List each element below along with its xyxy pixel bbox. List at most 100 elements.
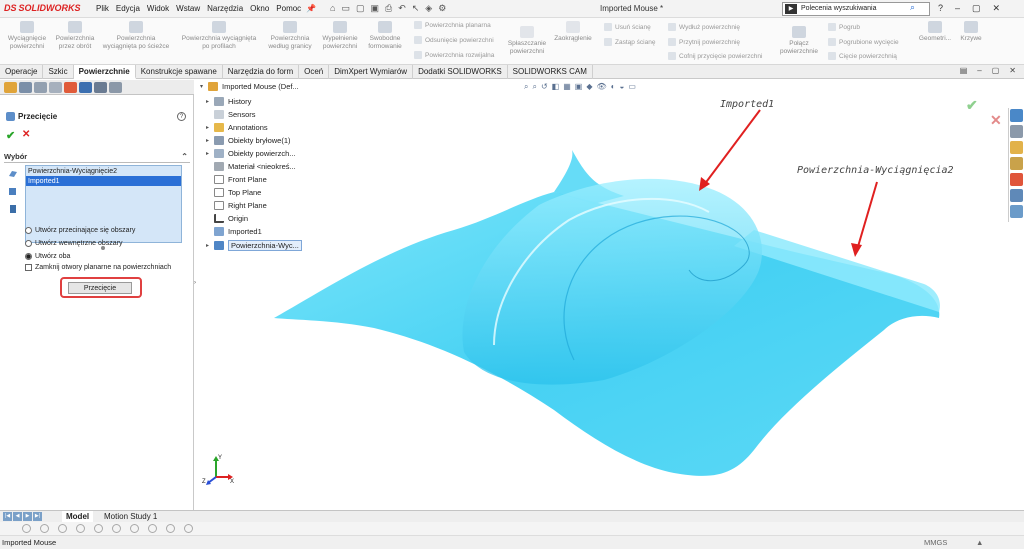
save-icon[interactable]: ▣ [370, 3, 379, 14]
design-library-icon[interactable] [1010, 125, 1023, 138]
graphics-area[interactable] [194, 80, 1008, 510]
collapse-arrow-icon[interactable]: ▾ [200, 83, 208, 90]
tab-mold-tools[interactable]: Narzędzia do form [223, 65, 300, 79]
trim-surface-button[interactable]: Przytnij powierzchnię [668, 38, 740, 46]
reference-geometry-button[interactable]: Geometri... [914, 21, 956, 43]
hide-show-icon[interactable]: 👁 [597, 82, 607, 92]
thickened-cut-button[interactable]: Pogrubione wycięcie [828, 38, 899, 46]
selection-item-extrude[interactable]: Powierzchnia-Wyciągnięcie2 [26, 166, 181, 176]
tree-item-annotations[interactable]: ▸ Annotations [206, 123, 268, 132]
units-selector[interactable]: MMGS [924, 538, 947, 547]
offset-surface-button[interactable]: Odsunięcie powierzchni [414, 36, 494, 44]
expand-arrow-icon[interactable]: ▸ [206, 242, 214, 249]
tab-surfaces[interactable]: Powierzchnie [73, 65, 136, 79]
file-explorer-icon[interactable] [1010, 141, 1023, 154]
zoom-area-icon[interactable]: ⌕ [532, 82, 536, 92]
sketch-mirror-icon[interactable] [184, 524, 193, 533]
tree-item-imported1[interactable]: Imported1 [206, 227, 262, 236]
radio-intersecting[interactable] [25, 227, 32, 234]
menu-insert[interactable]: Wstaw [176, 4, 200, 13]
untrim-surface-button[interactable]: Cofnij przycięcie powierzchni [668, 52, 762, 60]
menu-window[interactable]: Okno [250, 4, 269, 13]
planar-surface-button[interactable]: Powierzchnia planarna [414, 21, 491, 29]
confirm-corner-check-icon[interactable]: ✔ [966, 97, 978, 114]
fillet-button[interactable]: Zaokrąglenie [550, 21, 596, 43]
tree-item-origin[interactable]: Origin [206, 214, 248, 223]
radio-both[interactable] [25, 253, 32, 260]
cancel-x-icon[interactable]: ✕ [22, 129, 30, 140]
extend-surface-button[interactable]: Wydłuż powierzchnię [668, 23, 740, 31]
configuration-tab-icon[interactable] [34, 82, 47, 93]
cam-operation-tab-icon[interactable] [94, 82, 107, 93]
print-icon[interactable]: ⎙ [385, 3, 392, 14]
options-icon[interactable]: ⚙ [438, 3, 446, 14]
sketch-arc-icon[interactable] [40, 524, 49, 533]
section-view-icon[interactable]: ◧ [552, 82, 560, 92]
curves-button[interactable]: Krzywe [956, 21, 986, 43]
sketch-point-icon[interactable] [130, 524, 139, 533]
expand-arrow-icon[interactable]: ▸ [206, 98, 214, 105]
tile-icon[interactable]: ▤ [960, 66, 968, 75]
feature-tree-tab-icon[interactable] [4, 82, 17, 93]
expand-arrow-icon[interactable]: ▸ [206, 150, 214, 157]
sketch-polygon-icon[interactable] [76, 524, 85, 533]
tab-cam[interactable]: SOLIDWORKS CAM [508, 65, 593, 79]
scene-icon[interactable]: ◒ [620, 82, 625, 92]
cam-tool-tab-icon[interactable] [109, 82, 122, 93]
help-icon[interactable]: ? [938, 3, 943, 14]
rebuild-icon[interactable]: ◈ [425, 3, 432, 14]
previous-view-icon[interactable]: ↺ [541, 82, 548, 92]
tab-addins[interactable]: Dodatki SOLIDWORKS [413, 65, 508, 79]
tree-item-front-plane[interactable]: Front Plane [206, 175, 267, 184]
zoom-to-fit-icon[interactable]: ⌕ [524, 82, 528, 92]
help-circle-icon[interactable]: ? [177, 112, 186, 121]
resources-home-icon[interactable] [1010, 109, 1023, 122]
sketch-spline-icon[interactable] [112, 524, 121, 533]
view-palette-icon[interactable] [1010, 157, 1023, 170]
collapse-chevron-icon[interactable]: ⌃ [181, 152, 188, 161]
property-manager-tab-icon[interactable] [19, 82, 32, 93]
freeform-button[interactable]: Swobodne formowanie [364, 21, 406, 51]
sketch-trim-icon[interactable] [148, 524, 157, 533]
solidworks-logo[interactable]: DS SOLIDWORKS [4, 3, 81, 13]
view-settings-icon[interactable]: ▭ [628, 82, 636, 92]
tab-features[interactable]: Operacje [0, 65, 44, 79]
knit-surface-button[interactable]: Połącz powierzchnie [776, 26, 822, 56]
custom-properties-icon[interactable] [1010, 189, 1023, 202]
tree-item-surface-extrude[interactable]: ▸ Powierzchnia-Wyc... [206, 240, 302, 251]
minimize-icon[interactable]: – [955, 3, 960, 14]
display-manager-tab-icon[interactable] [64, 82, 77, 93]
tab-evaluate[interactable]: Oceń [299, 65, 330, 79]
confirm-corner-cancel-icon[interactable]: ✕ [990, 112, 1002, 129]
selection-item-imported[interactable]: Imported1 [26, 176, 181, 186]
tab-weldments[interactable]: Konstrukcje spawane [136, 65, 223, 79]
search-commands-input[interactable]: ▶ Polecenia wyszukiwania ⌕ [782, 2, 930, 16]
tree-item-material[interactable]: Materiał <nieokreś... [206, 162, 296, 171]
tab-dimxpert[interactable]: DimXpert Wymiarów [329, 65, 414, 79]
menu-file[interactable]: Plik [96, 4, 109, 13]
option-both[interactable]: Utwórz oba [25, 253, 70, 260]
edit-appearance-icon[interactable]: ◐ [611, 82, 616, 92]
units-arrow-icon[interactable]: ▲ [976, 538, 983, 547]
undo-icon[interactable]: ↶ [398, 3, 406, 14]
delete-face-button[interactable]: Usuń ścianę [604, 23, 651, 31]
lofted-surface-button[interactable]: Powierzchnia wyciągnięta po profilach [174, 21, 264, 51]
home-icon[interactable]: ⌂ [330, 3, 335, 14]
surface-cut-button[interactable]: Cięcie powierzchnią [828, 52, 897, 60]
next-tab-icon[interactable]: ▶ [23, 512, 32, 521]
doc-close-icon[interactable]: ✕ [1009, 66, 1016, 75]
ok-check-icon[interactable]: ✔ [6, 129, 15, 142]
expand-arrow-icon[interactable]: ▸ [206, 124, 214, 131]
tree-root[interactable]: ▾ Imported Mouse (Def... [200, 82, 299, 91]
sketch-rectangle-icon[interactable] [58, 524, 67, 533]
option-intersecting-regions[interactable]: Utwórz przecinające się obszary [25, 227, 135, 234]
selection-section-header[interactable]: Wybór ⌃ [4, 152, 190, 163]
restore-icon[interactable]: ▢ [972, 3, 981, 14]
filled-surface-button[interactable]: Wypełnienie powierzchni [318, 21, 362, 51]
radio-internal[interactable] [25, 240, 32, 247]
revolved-surface-button[interactable]: Powierzchnia przez obrót [52, 21, 98, 51]
last-tab-icon[interactable]: ▶| [33, 512, 42, 521]
flatten-surface-button[interactable]: Spłaszczanie powierzchni [504, 26, 550, 56]
open-icon[interactable]: ▢ [356, 3, 365, 14]
menu-edit[interactable]: Edycja [116, 4, 140, 13]
